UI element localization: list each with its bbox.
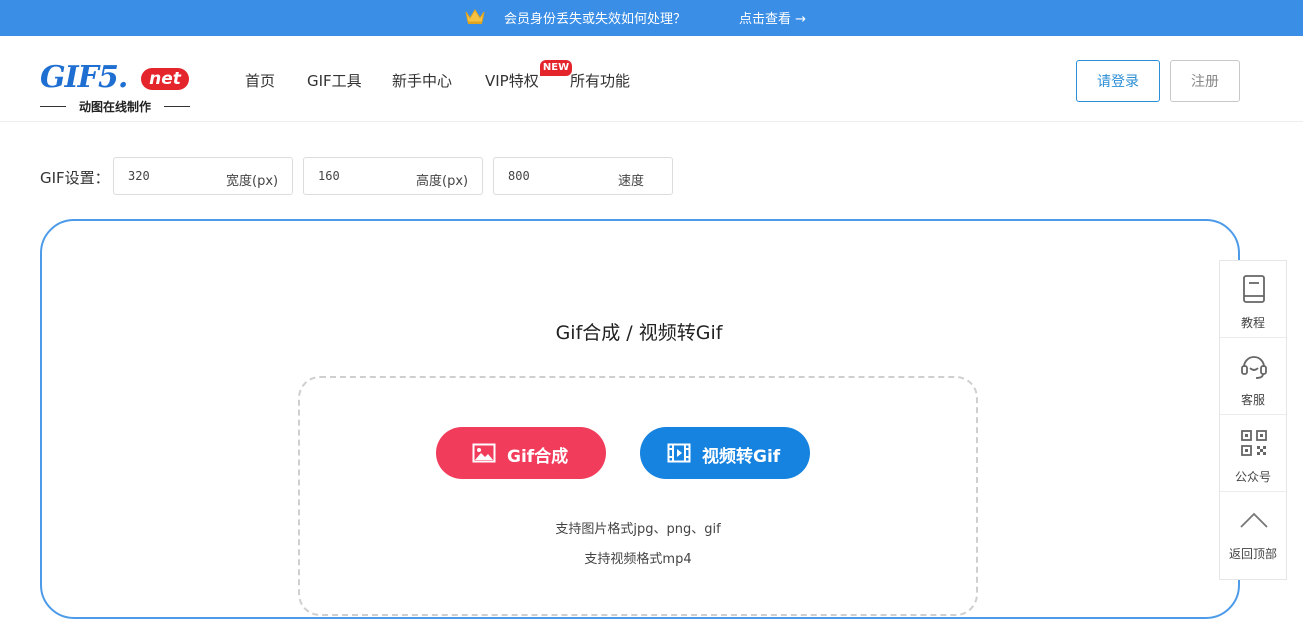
gif-compose-label: Gif合成	[507, 447, 569, 467]
sidebar-item-support[interactable]: 客服	[1220, 338, 1286, 415]
sidebar-item-label: 教程	[1240, 316, 1265, 330]
banner-message: 会员身份丢失或失效如何处理？	[504, 12, 687, 27]
video-format-hint: 支持视频格式mp4	[584, 552, 692, 567]
height-unit: 高度(px)	[416, 174, 469, 189]
crown-icon	[465, 9, 485, 24]
book-icon	[1243, 275, 1265, 303]
logo-text: GIF5.	[40, 60, 128, 95]
top-banner: 会员身份丢失或失效如何处理？ 点击查看 →	[0, 0, 1303, 36]
sidebar-item-label: 公众号	[1234, 470, 1271, 484]
sidebar-item-back-to-top[interactable]: 返回顶部	[1220, 492, 1286, 569]
register-button[interactable]: 注册	[1170, 60, 1240, 102]
video-to-gif-button[interactable]: 视频转Gif	[640, 427, 810, 479]
width-input[interactable]	[128, 167, 208, 185]
panel-title: Gif合成 / 视频转Gif	[555, 322, 723, 344]
sidebar-item-tutorial[interactable]: 教程	[1220, 261, 1286, 338]
qrcode-icon	[1241, 430, 1267, 456]
banner-link[interactable]: 点击查看 →	[739, 8, 806, 27]
login-button[interactable]: 请登录	[1076, 60, 1160, 102]
site-logo[interactable]: GIF5. net 动图在线制作	[40, 60, 190, 116]
speed-unit: 速度	[618, 174, 645, 189]
speed-setting: 速度	[493, 157, 673, 195]
width-unit: 宽度(px)	[226, 174, 279, 189]
headset-icon	[1241, 356, 1267, 379]
speed-input[interactable]	[508, 167, 588, 185]
logo-tagline: 动图在线制作	[40, 98, 190, 115]
height-input[interactable]	[318, 167, 398, 185]
nav-home[interactable]: 首页	[245, 70, 275, 91]
sidebar-item-label: 客服	[1240, 393, 1265, 407]
nav-gif-tools[interactable]: GIF工具	[307, 70, 362, 91]
height-setting: 高度(px)	[303, 157, 483, 195]
sidebar-item-label: 返回顶部	[1228, 547, 1277, 561]
sidebar-item-wechat[interactable]: 公众号	[1220, 415, 1286, 492]
floating-sidebar: 教程 客服 公众号 返回顶部	[1219, 260, 1287, 580]
gif-settings-label: GIF设置：	[40, 169, 110, 187]
nav-all-features[interactable]: 所有功能	[570, 70, 630, 91]
logo-net-badge: net	[141, 68, 189, 90]
gif-compose-button[interactable]: Gif合成	[436, 427, 606, 479]
image-icon	[472, 443, 496, 463]
nav-beginner-center[interactable]: 新手中心	[392, 70, 452, 91]
drop-zone[interactable]	[298, 376, 978, 616]
video-to-gif-label: 视频转Gif	[702, 447, 781, 467]
film-icon	[667, 443, 691, 463]
width-setting: 宽度(px)	[113, 157, 293, 195]
new-badge: NEW	[540, 60, 572, 76]
image-format-hint: 支持图片格式jpg、png、gif	[555, 522, 721, 537]
site-header: GIF5. net 动图在线制作 首页 GIF工具 新手中心 VIP特权 NEW…	[0, 36, 1303, 122]
nav-vip[interactable]: VIP特权	[485, 70, 539, 91]
chevron-up-icon	[1240, 512, 1268, 528]
